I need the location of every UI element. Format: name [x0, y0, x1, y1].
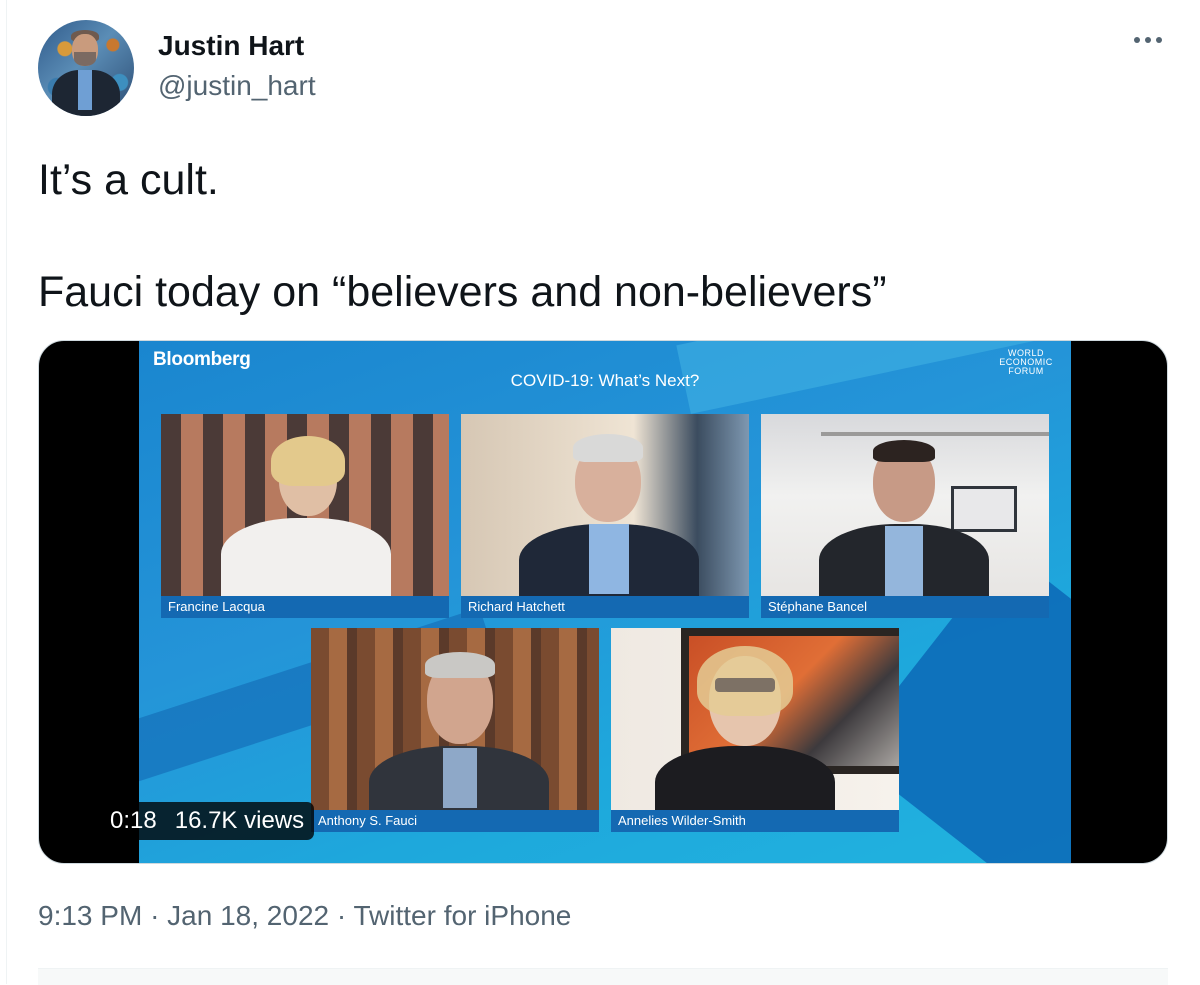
participant-name: Francine Lacqua — [161, 596, 449, 618]
video-frame[interactable]: Bloomberg WORLD ECONOMIC FORUM COVID-19:… — [139, 341, 1071, 863]
tweet-text: It’s a cult. Fauci today on “believers a… — [38, 152, 1168, 320]
participant-tile: Stéphane Bancel — [761, 414, 1049, 618]
tweet-text-line: Fauci today on “believers and non-believ… — [38, 268, 887, 316]
participant-name: Stéphane Bancel — [761, 596, 1049, 618]
participant-name: Annelies Wilder-Smith — [611, 810, 899, 832]
meta-separator: · — [336, 900, 347, 931]
meta-separator: · — [150, 900, 160, 931]
divider — [38, 968, 1168, 985]
video-player[interactable]: Bloomberg WORLD ECONOMIC FORUM COVID-19:… — [38, 340, 1168, 864]
tweet-date[interactable]: Jan 18, 2022 — [167, 900, 329, 931]
participant-name: Richard Hatchett — [461, 596, 749, 618]
timeline-border — [6, 0, 7, 984]
video-duration-badge: 0:18 16.7K views — [100, 802, 315, 840]
avatar[interactable] — [38, 20, 134, 116]
participant-name: Anthony S. Fauci — [311, 810, 599, 832]
tweet-text-line: It’s a cult. — [38, 156, 219, 204]
participant-tile: Francine Lacqua — [161, 414, 449, 618]
bloomberg-logo: Bloomberg — [153, 349, 251, 370]
participant-tile: Richard Hatchett — [461, 414, 749, 618]
video-views: 16.7K views — [174, 807, 305, 834]
video-duration: 0:18 — [110, 807, 157, 834]
tweet-time[interactable]: 9:13 PM — [38, 900, 142, 931]
program-title: COVID-19: What’s Next? — [510, 371, 700, 390]
tweet-client[interactable]: Twitter for iPhone — [353, 900, 571, 931]
tweet-metadata: 9:13 PM · Jan 18, 2022 · Twitter for iPh… — [38, 900, 571, 932]
more-horizontal-icon[interactable] — [1134, 30, 1168, 50]
participant-tile: Anthony S. Fauci — [311, 628, 599, 832]
author-display-name[interactable]: Justin Hart — [158, 30, 304, 62]
author-handle[interactable]: @justin_hart — [158, 70, 316, 102]
participant-tile: Annelies Wilder-Smith — [611, 628, 899, 832]
